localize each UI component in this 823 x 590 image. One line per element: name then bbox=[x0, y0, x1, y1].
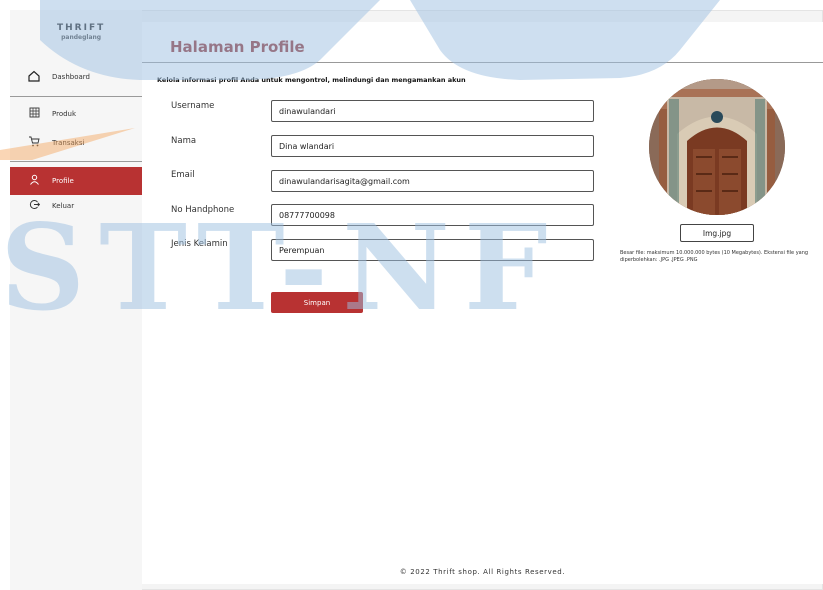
sidebar-item-keluar[interactable]: Keluar bbox=[10, 192, 142, 220]
save-button[interactable]: Simpan bbox=[271, 292, 363, 313]
sidebar-item-label: Transaksi bbox=[52, 139, 85, 147]
home-icon bbox=[26, 70, 42, 85]
sidebar-item-produk[interactable]: Produk bbox=[10, 100, 142, 128]
page-subtitle: Kelola informasi profil Anda untuk mengo… bbox=[157, 76, 466, 84]
profile-photo bbox=[649, 79, 785, 215]
gender-field[interactable] bbox=[271, 239, 594, 261]
main-content: Halaman Profile Kelola informasi profil … bbox=[142, 22, 823, 584]
brand-logo: THRIFT pandeglang bbox=[57, 23, 105, 41]
sidebar-divider bbox=[10, 161, 142, 162]
email-label: Email bbox=[171, 170, 195, 180]
phone-field[interactable] bbox=[271, 204, 594, 226]
sidebar-item-label: Dashboard bbox=[52, 73, 90, 81]
user-icon bbox=[26, 174, 42, 188]
file-size-note: Besar file: maksimum 10.000.000 bytes (1… bbox=[620, 250, 809, 264]
sidebar-item-dashboard[interactable]: Dashboard bbox=[10, 63, 142, 91]
footer-copyright: © 2022 Thrift shop. All Rights Reserved. bbox=[399, 568, 566, 576]
brand-subtitle: pandeglang bbox=[61, 34, 102, 41]
phone-label: No Handphone bbox=[171, 205, 235, 215]
choose-image-button[interactable]: Img.jpg bbox=[680, 224, 754, 242]
username-field[interactable] bbox=[271, 100, 594, 122]
gender-label: Jenis Kelamin bbox=[171, 239, 228, 249]
email-field[interactable] bbox=[271, 170, 594, 192]
sidebar bbox=[10, 10, 142, 590]
sidebar-item-label: Produk bbox=[52, 110, 77, 118]
brand-title: THRIFT bbox=[57, 23, 106, 33]
sidebar-item-profile[interactable]: Profile bbox=[10, 167, 142, 195]
sidebar-item-label: Profile bbox=[52, 177, 74, 185]
nama-label: Nama bbox=[171, 136, 197, 146]
logout-icon bbox=[26, 199, 42, 213]
username-label: Username bbox=[171, 101, 215, 111]
cart-icon bbox=[26, 136, 42, 150]
title-divider bbox=[142, 62, 823, 63]
page-title: Halaman Profile bbox=[170, 38, 305, 56]
sidebar-item-transaksi[interactable]: Transaksi bbox=[10, 129, 142, 157]
nama-field[interactable] bbox=[271, 135, 594, 157]
grid-icon bbox=[26, 107, 42, 121]
sidebar-item-label: Keluar bbox=[52, 202, 75, 210]
sidebar-divider bbox=[10, 96, 142, 97]
